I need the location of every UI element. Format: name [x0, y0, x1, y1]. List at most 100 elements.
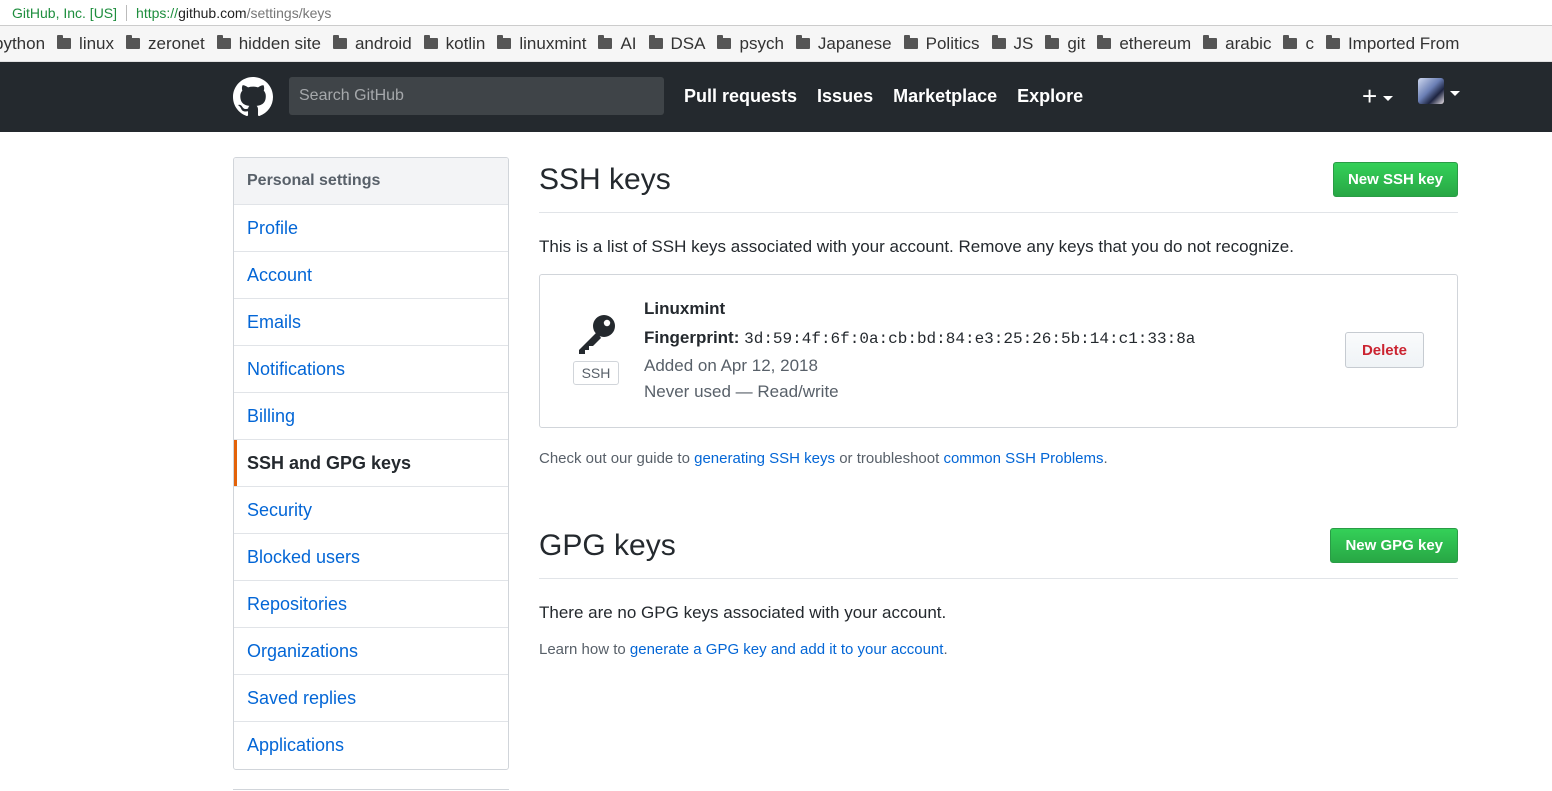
- bookmark-imported-from[interactable]: Imported From: [1325, 34, 1459, 54]
- generate-gpg-key-link[interactable]: generate a GPG key and add it to your ac…: [630, 641, 944, 658]
- sidebar-item-profile[interactable]: Profile: [234, 205, 508, 252]
- gpg-section: GPG keys New GPG key There are no GPG ke…: [539, 523, 1458, 658]
- sidebar-item-blocked-users[interactable]: Blocked users: [234, 534, 508, 581]
- ssh-key-fingerprint-row: Fingerprint: 3d:59:4f:6f:0a:cb:bd:84:e3:…: [644, 328, 1195, 348]
- bookmark-hidden-site[interactable]: hidden site: [216, 34, 321, 54]
- nav-issues[interactable]: Issues: [817, 86, 873, 107]
- gpg-keys-title: GPG keys: [539, 529, 676, 562]
- fingerprint-label: Fingerprint:: [644, 328, 740, 347]
- ssh-key-item: SSH Linuxmint Fingerprint: 3d:59:4f:6f:0…: [539, 274, 1458, 428]
- folder-icon: [795, 35, 810, 49]
- plus-icon: +: [1362, 81, 1378, 111]
- url-protocol: https://: [136, 4, 179, 21]
- bookmark-label: zeronet: [148, 33, 205, 53]
- sidebar-item-billing[interactable]: Billing: [234, 393, 508, 440]
- bookmark-linux[interactable]: linux: [57, 34, 114, 54]
- guide-prefix: Check out our guide to: [539, 450, 695, 467]
- delete-ssh-key-button[interactable]: Delete: [1344, 332, 1424, 368]
- new-gpg-key-button[interactable]: New GPG key: [1330, 528, 1458, 563]
- folder-icon: [1203, 35, 1218, 49]
- bookmark-git[interactable]: git: [1045, 34, 1085, 54]
- ssh-keys-title: SSH keys: [539, 163, 671, 196]
- ssh-guide-text: Check out our guide to generating SSH ke…: [539, 450, 1458, 467]
- bookmark-label: DSA: [670, 33, 706, 53]
- bookmark-ai[interactable]: AI: [598, 34, 637, 54]
- ssh-key-added-date: Added on Apr 12, 2018: [644, 356, 818, 375]
- ssh-key-name: Linuxmint: [644, 299, 726, 318]
- bookmark-label: git: [1067, 33, 1086, 53]
- sidebar-item-emails[interactable]: Emails: [234, 299, 508, 346]
- ssh-badge: SSH: [573, 361, 619, 385]
- folder-icon: [717, 35, 732, 49]
- guide-suffix: .: [1103, 450, 1108, 467]
- folder-icon: [1283, 35, 1298, 49]
- settings-sidebar: Personal settings Profile Account Emails No…: [233, 157, 509, 770]
- folder-icon: [991, 35, 1006, 49]
- search-input[interactable]: [289, 77, 664, 115]
- bookmark-label: psych: [739, 33, 784, 53]
- gpg-empty-text: There are no GPG keys associated with yo…: [539, 603, 947, 622]
- bookmark-japanese[interactable]: Japanese: [795, 33, 892, 54]
- create-new-dropdown[interactable]: +: [1362, 81, 1394, 111]
- sidebar-next-box-edge: [233, 789, 509, 790]
- common-ssh-problems-link[interactable]: common SSH Problems: [943, 450, 1103, 467]
- folder-icon: [903, 35, 918, 49]
- bookmark-js[interactable]: JS: [991, 34, 1033, 54]
- folder-icon: [598, 35, 613, 49]
- bookmark-politics[interactable]: Politics: [903, 34, 980, 54]
- gpg-learn-text: Learn how to generate a GPG key and add …: [539, 641, 1458, 658]
- ssh-section-header: SSH keys New SSH key: [539, 157, 1458, 213]
- bookmark-arabic[interactable]: arabic: [1203, 34, 1271, 54]
- key-icon: [579, 315, 615, 354]
- folder-icon: [1325, 35, 1340, 49]
- bookmark-label: ethereum: [1119, 33, 1192, 53]
- bookmark-label: android: [354, 33, 412, 53]
- nav-marketplace[interactable]: Marketplace: [893, 86, 997, 107]
- url-host: github.com: [178, 4, 247, 21]
- learn-prefix: Learn how to: [539, 641, 630, 658]
- avatar: [1418, 78, 1444, 104]
- chevron-down-icon: [1450, 90, 1460, 96]
- url-text[interactable]: https://github.com/settings/keys: [136, 5, 331, 21]
- github-logo-icon[interactable]: [233, 77, 273, 117]
- ssh-key-details: Linuxmint Fingerprint: 3d:59:4f:6f:0a:cb…: [644, 299, 1195, 402]
- url-path: /settings/keys: [246, 4, 332, 21]
- bookmark-label: Japanese: [817, 33, 892, 53]
- sidebar-item-organizations[interactable]: Organizations: [234, 628, 508, 675]
- site-identity[interactable]: GitHub, Inc. [US]: [12, 5, 117, 21]
- bookmark-dsa[interactable]: DSA: [648, 33, 706, 54]
- sidebar-item-notifications[interactable]: Notifications: [234, 346, 508, 393]
- main-content: SSH keys New SSH key This is a list of S…: [539, 157, 1458, 658]
- fingerprint-value: 3d:59:4f:6f:0a:cb:bd:84:e3:25:26:5b:14:c…: [744, 330, 1196, 348]
- sidebar-item-account[interactable]: Account: [234, 252, 508, 299]
- bookmark-python[interactable]: python: [0, 34, 45, 54]
- bookmark-psych[interactable]: psych: [717, 33, 784, 54]
- folder-icon: [1097, 35, 1112, 49]
- folder-icon: [1045, 35, 1060, 49]
- bookmark-zeronet[interactable]: zeronet: [126, 34, 205, 54]
- generating-ssh-keys-link[interactable]: generating SSH keys: [694, 450, 835, 467]
- sidebar-title: Personal settings: [234, 158, 508, 205]
- folder-icon: [57, 35, 72, 49]
- folder-icon: [216, 35, 231, 49]
- header-nav: Pull requests Issues Marketplace Explore: [684, 86, 1083, 107]
- sidebar-item-applications[interactable]: Applications: [234, 722, 508, 769]
- bookmark-android[interactable]: android: [332, 33, 412, 54]
- bookmark-kotlin[interactable]: kotlin: [423, 34, 485, 54]
- user-menu-dropdown[interactable]: [1418, 78, 1460, 104]
- sidebar-item-security[interactable]: Security: [234, 487, 508, 534]
- bookmark-c[interactable]: c: [1283, 34, 1314, 54]
- bookmark-linuxmint[interactable]: linuxmint: [497, 34, 586, 54]
- new-ssh-key-button[interactable]: New SSH key: [1332, 162, 1458, 197]
- bookmark-ethereum[interactable]: ethereum: [1097, 34, 1191, 54]
- bookmark-label: python: [0, 33, 46, 53]
- address-divider: [126, 4, 128, 21]
- sidebar-item-repositories[interactable]: Repositories: [234, 581, 508, 628]
- sidebar-item-saved-replies[interactable]: Saved replies: [234, 675, 508, 722]
- nav-explore[interactable]: Explore: [1017, 86, 1083, 107]
- nav-pull-requests[interactable]: Pull requests: [684, 86, 797, 107]
- folder-icon: [497, 35, 512, 49]
- sidebar-item-ssh-and-gpg-keys[interactable]: SSH and GPG keys: [234, 440, 508, 487]
- address-bar[interactable]: GitHub, Inc. [US] https://github.com/set…: [0, 0, 1552, 26]
- chevron-down-icon: [1383, 95, 1394, 101]
